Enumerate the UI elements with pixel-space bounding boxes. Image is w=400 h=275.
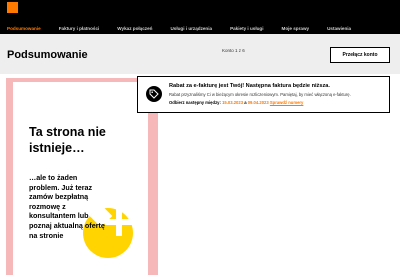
nav-item-summary[interactable]: Podsumowanie xyxy=(7,24,41,34)
page-title: Podsumowanie xyxy=(7,49,88,61)
date-from: 15.03.2023 xyxy=(222,100,244,105)
notice-title: Rabat za e-fakturę jest Twój! Następna f… xyxy=(169,83,330,89)
account-counter: Konto 1 z 6 xyxy=(222,48,245,53)
top-navigation-bar: Podsumowanie Faktury i płatności Wykaz p… xyxy=(0,0,400,34)
plus-icon-stem xyxy=(116,206,122,236)
nav-item-my-cases[interactable]: Moje sprawy xyxy=(282,24,310,34)
notice-dates: Odbierz następny między: 15.03.2023 a 09… xyxy=(169,100,303,105)
nav-item-services-devices[interactable]: Usługi i urządzenia xyxy=(170,24,212,34)
promo-text: …ale to żaden problem. Już teraz zamów b… xyxy=(29,173,105,240)
promo-banner[interactable]: Ta strona nie istnieje… …ale to żaden pr… xyxy=(13,82,148,275)
brand-logo[interactable] xyxy=(7,2,18,13)
nav-item-invoices[interactable]: Faktury i płatności xyxy=(59,24,100,34)
nav-item-packages[interactable]: Pakiety i usługi xyxy=(230,24,263,34)
dates-prefix: Odbierz następny między: xyxy=(169,100,221,105)
notice-body: Rabat przyznaliśmy Ci w bieżącym okresie… xyxy=(169,92,351,97)
promo-title: Ta strona nie istnieje… xyxy=(29,125,106,155)
e-invoice-discount-notice: Rabat za e-fakturę jest Twój! Następna f… xyxy=(137,76,390,113)
main-nav: Podsumowanie Faktury i płatności Wykaz p… xyxy=(0,24,369,34)
nav-item-settings[interactable]: Ustawienia xyxy=(327,24,351,34)
switch-account-button[interactable]: Przełącz konto xyxy=(330,47,390,63)
dates-and: a xyxy=(244,100,247,105)
nav-item-call-log[interactable]: Wykaz połączeń xyxy=(117,24,152,34)
check-numbers-link[interactable]: Sprawdź numery xyxy=(270,100,304,105)
discount-tag-icon xyxy=(146,86,162,102)
date-to: 09.04.2023 xyxy=(247,100,269,105)
